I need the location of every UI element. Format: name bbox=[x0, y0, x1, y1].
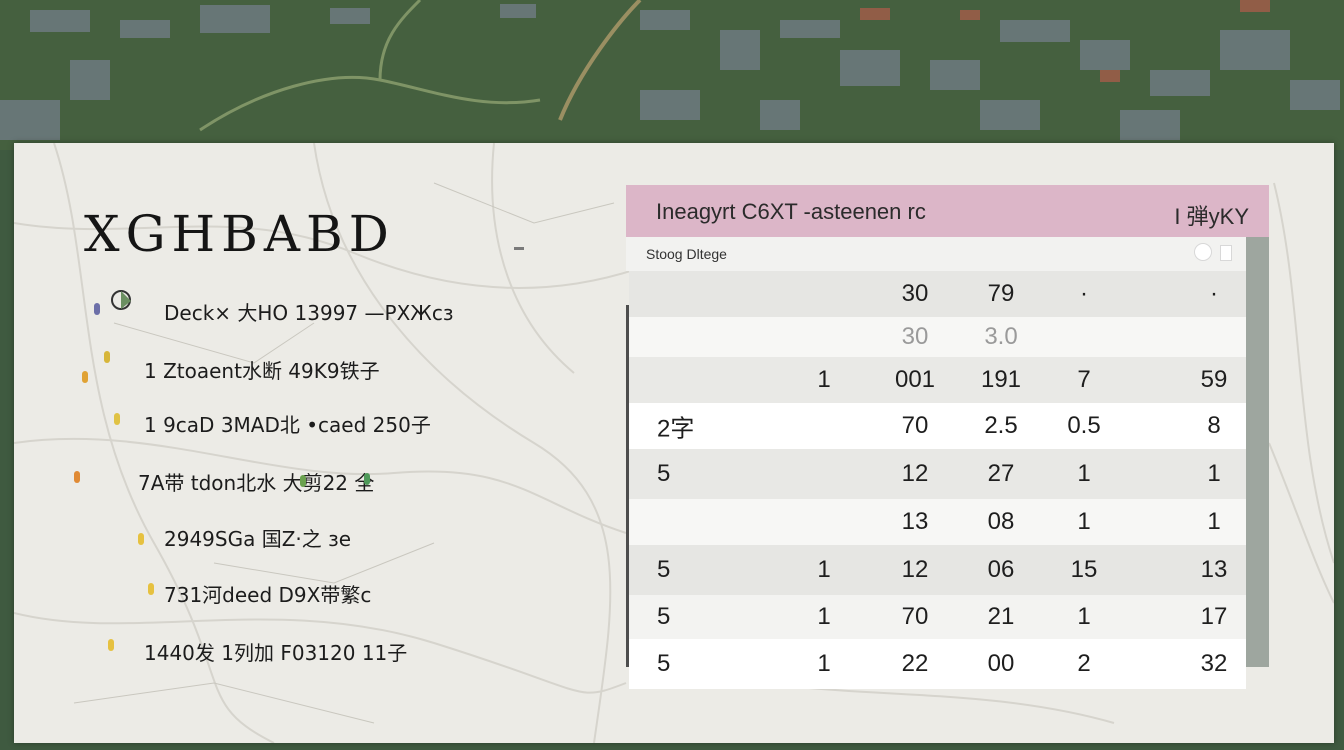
table-cell-c2: 22 bbox=[901, 650, 929, 677]
table-cell-c2: 30 bbox=[901, 323, 929, 350]
marker-pin-icon bbox=[138, 533, 144, 545]
table-cell-c4: 1 bbox=[1077, 603, 1091, 630]
marker-pin-icon bbox=[74, 471, 80, 483]
table-cell-c5: 1 bbox=[1207, 460, 1221, 487]
table-cell-c2: 70 bbox=[901, 412, 929, 439]
table-cell-c2: 13 bbox=[901, 508, 929, 535]
table-row: 1 001 191 7 59 bbox=[629, 357, 1246, 403]
table-scrollbar[interactable] bbox=[1246, 237, 1269, 667]
table-cell-c5: 1 bbox=[1207, 508, 1221, 535]
marker-pin-icon bbox=[82, 371, 88, 383]
table-cell-c2: 30 bbox=[901, 280, 929, 307]
table-cell-c3: 3.0 bbox=[984, 323, 1018, 350]
table-cell-c4: 7 bbox=[1077, 366, 1091, 393]
table-cell-c4: 15 bbox=[1070, 556, 1098, 583]
table-cell-c1: 1 bbox=[817, 366, 831, 393]
table-cell-c5: · bbox=[1210, 280, 1218, 307]
table-cell-c4: · bbox=[1080, 280, 1088, 307]
table-cell-label: 2字 bbox=[657, 415, 695, 443]
table-cell-c1: 1 bbox=[817, 556, 831, 583]
table-cell-c3: 27 bbox=[987, 460, 1015, 487]
table-cell-label: 5 bbox=[657, 460, 671, 487]
table-cell-c4: 0.5 bbox=[1067, 412, 1101, 439]
marker-pin-icon bbox=[114, 413, 120, 425]
table-header-right: I 弾yKY bbox=[1174, 204, 1249, 229]
marker-pin-icon bbox=[364, 473, 370, 485]
table-row: 5 1 22 00 2 32 bbox=[629, 639, 1246, 689]
table-cell-label: 5 bbox=[657, 650, 671, 677]
table-cell-label: 5 bbox=[657, 603, 671, 630]
table-cell-c2: 12 bbox=[901, 556, 929, 583]
table-row: 13 08 1 1 bbox=[629, 499, 1246, 545]
table-cell-c1: 1 bbox=[817, 603, 831, 630]
legend: Deck× 大HO 13997 —PХЖсз 1 Ztoaent水断 49K9铁… bbox=[74, 283, 554, 665]
table-row: 2字 70 2.5 0.5 8 bbox=[629, 403, 1246, 449]
marker-pin-icon bbox=[94, 303, 100, 315]
marker-pin-icon bbox=[300, 475, 306, 487]
legend-row: 1 Ztoaent水断 49K9铁子 bbox=[144, 359, 380, 383]
legend-row: 731河deed D9X带繁с bbox=[164, 583, 372, 607]
table-cell-c2: 001 bbox=[894, 366, 936, 393]
table-row: 5 1 12 06 15 13 bbox=[629, 545, 1246, 595]
legend-row: 1 9caD 3MAD北 •caed 250子 bbox=[144, 413, 431, 437]
table-cell-c4: 2 bbox=[1077, 650, 1091, 677]
table-cell-c2: 12 bbox=[901, 460, 929, 487]
legend-row: 1440发 1列加 F03120 11子 bbox=[144, 641, 408, 665]
table-cell-label: 5 bbox=[657, 556, 671, 583]
table-subheader-label: Stoog Dltege bbox=[646, 246, 727, 262]
table-cell-c2: 70 bbox=[901, 603, 929, 630]
legend-row: 7A带 tdon北水 大剪22 全 bbox=[138, 471, 375, 495]
table-cell-c5: 13 bbox=[1200, 556, 1228, 583]
table-cell-c1: 1 bbox=[817, 650, 831, 677]
table-cell-c3: 21 bbox=[987, 603, 1015, 630]
table-cell-c5: 59 bbox=[1200, 366, 1228, 393]
table-cell-c5: 8 bbox=[1207, 412, 1221, 439]
title-underline-mark bbox=[514, 247, 524, 250]
table-cell-c3: 06 bbox=[987, 556, 1015, 583]
table-cell-c3: 2.5 bbox=[984, 412, 1018, 439]
map-panel: XGHBABD Deck× 大HO 13997 —PХЖсз 1 Ztoaent… bbox=[14, 143, 1334, 743]
table-cell-c3: 08 bbox=[987, 508, 1015, 535]
legend-row: 2949SGа 国Z·之 зе bbox=[164, 527, 352, 551]
marker-pin-icon bbox=[108, 639, 114, 651]
table-row: 5 1 70 21 1 17 bbox=[629, 595, 1246, 639]
table-row: 30 79 · · bbox=[629, 271, 1246, 317]
table-header: Ineagyrt C6XT -asteenen rc I 弾yKY bbox=[626, 185, 1269, 237]
table-subheader: Stoog Dltege bbox=[626, 237, 1246, 271]
data-table: Ineagyrt C6XT -asteenen rc I 弾yKY Stoog … bbox=[626, 185, 1269, 689]
table-cell-c3: 191 bbox=[980, 366, 1022, 393]
search-icon[interactable] bbox=[1194, 243, 1212, 261]
table-cell-c3: 00 bbox=[987, 650, 1015, 677]
marker-pin-icon bbox=[104, 351, 110, 363]
table-cell-c5: 17 bbox=[1200, 603, 1228, 630]
table-title: Ineagyrt C6XT -asteenen rc bbox=[656, 199, 926, 224]
table-body: 30 79 · · 30 3.0 1 001 191 7 59 2字 70 2.5 0.5 8 5 12 27 1 1 1… bbox=[629, 271, 1246, 689]
table-cell-c5: 32 bbox=[1200, 650, 1228, 677]
marker-pin-icon bbox=[148, 583, 154, 595]
table-row: 5 12 27 1 1 bbox=[629, 449, 1246, 499]
lock-icon[interactable] bbox=[1220, 245, 1232, 261]
table-row: 30 3.0 bbox=[629, 317, 1246, 357]
table-cell-c4: 1 bbox=[1077, 508, 1091, 535]
table-cell-c3: 79 bbox=[987, 280, 1015, 307]
map-title: XGHBABD bbox=[84, 205, 395, 263]
legend-row: Deck× 大HO 13997 —PХЖсз bbox=[164, 301, 454, 325]
location-pin-icon bbox=[109, 287, 139, 313]
table-cell-c4: 1 bbox=[1077, 460, 1091, 487]
